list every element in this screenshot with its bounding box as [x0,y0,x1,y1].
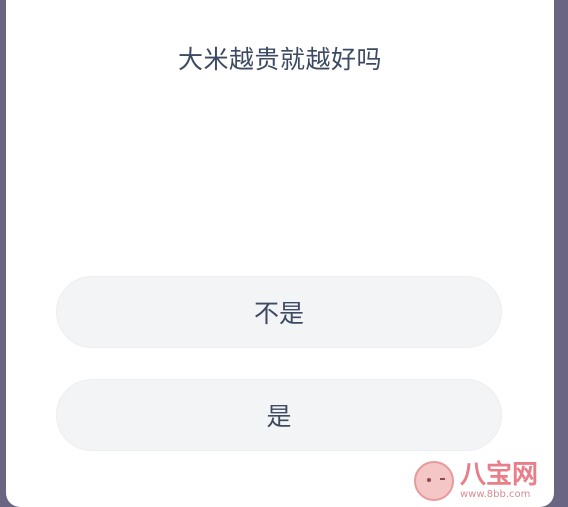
baby-face-icon [413,461,454,501]
quiz-card: 大米越贵就越好吗 不是 是 八宝网 www.8bb.com [6,0,554,507]
answer-option-no[interactable]: 不是 [56,276,502,348]
answer-option-label: 不是 [253,299,304,328]
answer-option-label: 是 [266,402,292,431]
answer-option-yes[interactable]: 是 [56,379,502,451]
question-text: 大米越贵就越好吗 [177,45,382,74]
watermark-url: www.8bb.com [459,489,531,500]
watermark-brand: 八宝网 [459,460,538,490]
watermark-logo: 八宝网 www.8bb.com [413,460,538,501]
